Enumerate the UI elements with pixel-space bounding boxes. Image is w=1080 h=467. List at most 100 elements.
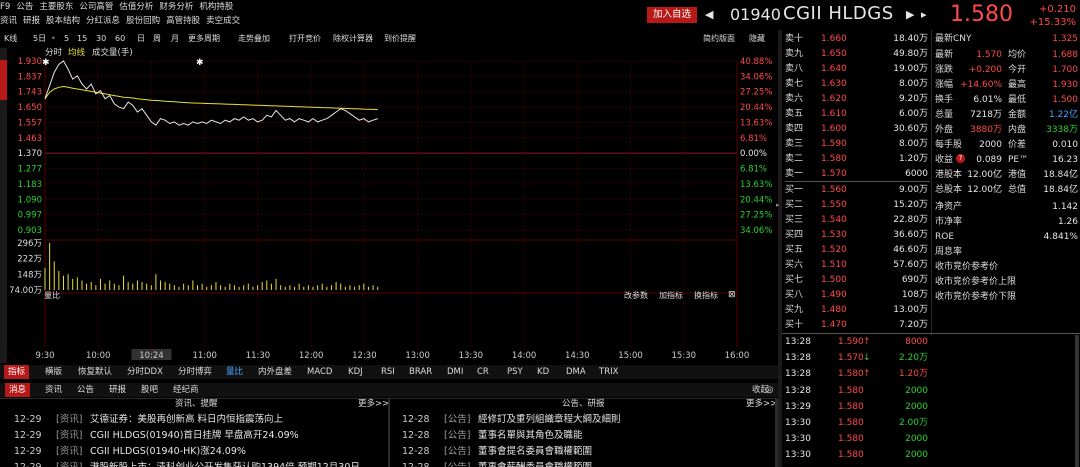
stat-row[interactable]: 换手 6.01% 最低 1.500 (935, 93, 1080, 108)
ask-label[interactable]: 卖十 (785, 35, 803, 44)
ask-label[interactable]: 卖一 (785, 170, 803, 179)
ask-label[interactable]: 卖五 (785, 110, 803, 119)
indicator-tab[interactable]: MACD (307, 368, 332, 377)
stat-value[interactable]: 4.841% (1044, 233, 1078, 242)
bid-price[interactable]: 1.540 (821, 216, 847, 225)
bid-price[interactable]: 1.520 (821, 246, 847, 255)
trade-volume[interactable]: 2.20万 (899, 354, 928, 363)
indicator-tab[interactable]: DMA (566, 368, 586, 377)
ask-price[interactable]: 1.620 (821, 95, 847, 104)
stat-row[interactable]: 净资产 1.142 (935, 200, 1080, 215)
ask-volume[interactable]: 1.20万 (899, 155, 928, 164)
stat-row[interactable]: 最新 1.570 均价 1.688 (935, 48, 1080, 63)
trade-volume[interactable]: 2000 (905, 451, 928, 460)
stat-label[interactable]: 净资产 (935, 203, 962, 212)
news-date[interactable]: 12-29 (14, 415, 42, 425)
ask-price[interactable]: 1.610 (821, 110, 847, 119)
ask-price[interactable]: 1.660 (821, 35, 847, 44)
trade-price[interactable]: 1.580 (838, 386, 864, 396)
trade-time[interactable]: 13:30 (785, 451, 811, 460)
stat-label[interactable]: 港值 (1008, 171, 1026, 180)
trade-price[interactable]: 1.580 (838, 370, 864, 379)
menu-valuation[interactable]: 估值分析 (119, 2, 153, 12)
menu-institutions[interactable]: 机构持股 (199, 2, 233, 12)
indicator-tab[interactable]: KD (537, 368, 549, 377)
bid-label[interactable]: 买七 (785, 276, 803, 285)
trade-row[interactable]: 13:30 1.580 2.00万 (785, 416, 930, 432)
news-item[interactable]: 12-29 [资讯] 港股新股上市：清科创业公开发售获认购1394倍 预期12月30… (0, 461, 370, 467)
menu-shareholders[interactable]: 主要股东 (39, 2, 73, 12)
indicator-tab[interactable]: 内外盘差 (258, 368, 292, 377)
indicator-tab[interactable]: 量比 (226, 368, 243, 377)
ask-row[interactable]: 卖二 1.580 1.20万 (785, 152, 930, 167)
news-date[interactable]: 12-29 (14, 447, 42, 457)
indicator-tab[interactable]: 恢复默认 (78, 368, 112, 377)
ask-price[interactable]: 1.600 (821, 125, 847, 134)
ask-volume[interactable]: 8.00万 (899, 140, 928, 149)
indicator-tabs[interactable]: 指标 横版 恢复默认 分时DDX 分时博弈 量比 内外盘差 MACD KDJ RSI BRAR DMI… (0, 365, 780, 379)
trade-price[interactable]: 1.580 (838, 435, 864, 444)
stat-value[interactable]: 16.23 (1052, 156, 1078, 165)
stat-label[interactable]: 价差 (1008, 141, 1026, 150)
stat-value[interactable]: 1.688 (1052, 51, 1078, 60)
stat-value[interactable]: 12.00亿 (967, 171, 1002, 180)
news-date[interactable]: 12-28 (402, 447, 430, 457)
stat-label[interactable]: 收市竞价参考价下限 (935, 293, 1016, 302)
stat-value[interactable]: 1.22亿 (1049, 111, 1078, 120)
trade-row[interactable]: 13:28 1.590 ↑ 8000 (785, 335, 930, 351)
ask-label[interactable]: 卖九 (785, 50, 803, 59)
stat-label[interactable]: 最低 (1008, 96, 1026, 105)
prev-stock-icon[interactable]: ◀ (705, 9, 713, 20)
trades-scrollbar[interactable] (1075, 335, 1079, 467)
trade-time[interactable]: 13:28 (785, 338, 811, 347)
trade-volume[interactable]: 2.00万 (899, 419, 928, 428)
news-date[interactable]: 12-29 (14, 431, 42, 441)
stat-row[interactable]: 涨跌 +0.200 今开 1.700 (935, 63, 1080, 78)
menu-toggle-icon[interactable]: ▸ (921, 9, 927, 20)
indicator-tab[interactable]: RSI (381, 368, 395, 377)
tb-price-alert[interactable]: 到价提醒 (384, 35, 416, 43)
stat-label[interactable]: 收益 (935, 156, 953, 165)
trade-volume[interactable]: 1.20万 (899, 370, 928, 379)
news-tag[interactable]: [公告] (444, 447, 470, 457)
bid-price[interactable]: 1.550 (821, 201, 847, 210)
stat-label[interactable]: 外盘 (935, 126, 953, 135)
ask-volume[interactable]: 49.80万 (893, 50, 928, 59)
ask-label[interactable]: 卖八 (785, 65, 803, 74)
latest-cny-label[interactable]: 最新CNY (935, 35, 972, 44)
help-icon[interactable]: ? (956, 154, 965, 163)
tb-ex-rights[interactable]: 除权计算器 (333, 35, 373, 43)
trade-row[interactable]: 13:29 1.580 2000 (785, 400, 930, 416)
refresh-icon[interactable]: ◎ (766, 386, 773, 395)
latest-cny-value[interactable]: 1.325 (1052, 35, 1078, 44)
news-tab[interactable]: 研报 (109, 386, 126, 395)
indicator-tab[interactable]: KDJ (348, 368, 363, 377)
trade-volume[interactable]: 8000 (905, 338, 928, 347)
bid-row[interactable]: 买七 1.500 690万 (785, 273, 930, 288)
stat-label[interactable]: 换手 (935, 96, 953, 105)
trade-time[interactable]: 13:30 (785, 419, 811, 428)
indicator-tab[interactable]: BRAR (409, 368, 432, 377)
stat-label[interactable]: 均价 (1008, 51, 1026, 60)
stat-row[interactable]: 市净率 1.26 (935, 215, 1080, 230)
bid-label[interactable]: 买九 (785, 306, 803, 315)
stat-value[interactable]: 1.930 (1052, 81, 1078, 90)
news-tab[interactable]: 股吧 (141, 386, 158, 395)
stat-label[interactable]: 市净率 (935, 218, 962, 227)
bid-label[interactable]: 买四 (785, 231, 803, 240)
stat-label[interactable]: 周息率 (935, 248, 962, 257)
stat-row[interactable]: 总股本 12.00亿 总值 18.84亿 (935, 183, 1080, 198)
tb-hide[interactable]: 隐藏 (749, 35, 765, 43)
menu-research[interactable]: 研报 (23, 16, 40, 26)
news-tag[interactable]: [公告] (444, 415, 470, 425)
ask-row[interactable]: 卖四 1.600 30.60万 (785, 122, 930, 137)
bid-label[interactable]: 买六 (785, 261, 803, 270)
ask-row[interactable]: 卖一 1.570 6000 (785, 167, 930, 182)
stat-value[interactable]: 1.26 (1058, 218, 1078, 227)
indicator-tab[interactable]: 分时博弈 (178, 368, 212, 377)
ask-row[interactable]: 卖六 1.620 9.20万 (785, 92, 930, 107)
stat-label[interactable]: 金额 (1008, 111, 1026, 120)
tb-60[interactable]: 60 (115, 35, 125, 43)
panel-splitter[interactable] (778, 30, 782, 467)
trade-time[interactable]: 13:29 (785, 402, 811, 412)
